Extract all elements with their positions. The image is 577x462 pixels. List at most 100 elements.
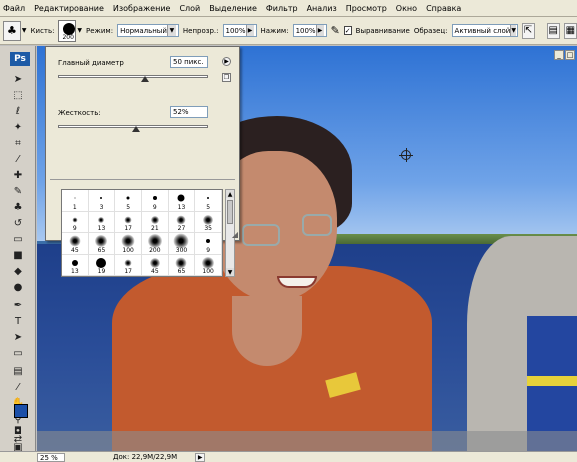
sample-select[interactable]: Активный слой ▼	[451, 24, 518, 37]
healing-brush-icon[interactable]: ✚	[11, 168, 25, 182]
brush-tip-icon	[124, 216, 132, 224]
toolbox: Ps ➤ ⬚ ℓ ✦ ⌗ ⁄ ✚ ✎ ♣ ↺ ▭ ■ ◆ ● ✒ T ➤ ▭ ▤…	[0, 46, 36, 453]
palette-well-icon[interactable]: ▤	[546, 22, 560, 39]
brush-preset-size: 27	[177, 225, 186, 232]
pen-tool-icon[interactable]: ✒	[11, 298, 25, 312]
lasso-tool-icon[interactable]: ℓ	[11, 104, 25, 118]
brush-preset-cell[interactable]: 45	[62, 233, 89, 255]
popup-menu-icon[interactable]: ▶	[222, 57, 231, 66]
brush-preset-cell[interactable]: 5	[115, 190, 142, 212]
pressure-field[interactable]: 100% ▶	[292, 24, 327, 37]
brushes-panel-icon[interactable]: ▦	[563, 22, 577, 39]
brush-preset-cell[interactable]: 65	[168, 254, 196, 276]
photo-neck	[232, 296, 302, 366]
sample-label: Образец:	[413, 26, 448, 35]
mode-select[interactable]: Нормальный ▼	[117, 24, 179, 37]
ps-logo[interactable]: Ps	[10, 52, 30, 66]
gradient-tool-icon[interactable]: ■	[11, 248, 25, 262]
slice-tool-icon[interactable]: ⁄	[11, 152, 25, 166]
diameter-field[interactable]: 50 пикс.	[170, 56, 208, 68]
brush-preset-cell[interactable]: 3	[88, 190, 116, 212]
brush-preset-cell[interactable]: 27	[168, 211, 196, 233]
menu-edit[interactable]: Редактирование	[34, 4, 104, 13]
eyedropper-icon[interactable]: ⁄	[11, 380, 25, 394]
popup-divider	[50, 179, 235, 180]
brush-preset-cell[interactable]: 300	[168, 233, 196, 255]
hardness-slider-thumb[interactable]	[132, 126, 140, 132]
hardness-field[interactable]: 52%	[170, 106, 208, 118]
minimize-icon[interactable]: _	[554, 50, 564, 60]
brush-preset-size: 1	[72, 203, 77, 211]
sample-value: Активный слой	[454, 26, 511, 35]
menu-layer[interactable]: Слой	[179, 4, 200, 13]
brush-picker[interactable]: 200	[58, 19, 77, 42]
brush-preset-cell[interactable]: 45	[141, 254, 169, 276]
brush-preset-cell[interactable]: 17	[115, 211, 142, 233]
new-preset-icon[interactable]: ❐	[222, 73, 231, 82]
brush-preset-cell[interactable]: 9	[62, 211, 89, 233]
eraser-tool-icon[interactable]: ▭	[11, 232, 25, 246]
magic-wand-icon[interactable]: ✦	[11, 120, 25, 134]
brush-preset-cell[interactable]: 35	[195, 211, 222, 233]
aligned-checkbox[interactable]: ✓	[343, 26, 352, 35]
brush-tip-icon	[175, 257, 187, 269]
brush-preset-cell[interactable]: 9	[195, 233, 222, 255]
brush-preset-cell[interactable]: 21	[141, 211, 169, 233]
brush-preset-cell[interactable]: 65	[88, 233, 116, 255]
brush-preset-cell[interactable]: 100	[115, 233, 142, 255]
menu-select[interactable]: Выделение	[209, 4, 257, 13]
maximize-icon[interactable]: □	[565, 50, 575, 60]
chevron-down-icon[interactable]: ▼	[77, 27, 82, 34]
brush-preset-cell[interactable]: 17	[115, 254, 142, 276]
notes-tool-icon[interactable]: ▤	[11, 364, 25, 378]
foreground-color-swatch[interactable]	[14, 404, 28, 418]
scroll-thumb[interactable]	[227, 200, 233, 224]
photo-glasses-right	[302, 214, 332, 236]
menu-image[interactable]: Изображение	[113, 4, 171, 13]
move-tool-icon[interactable]: ➤	[11, 72, 25, 86]
scroll-down-icon[interactable]: ▼	[226, 268, 234, 276]
blur-tool-icon[interactable]: ◆	[11, 264, 25, 278]
menu-help[interactable]: Справка	[426, 4, 461, 13]
tool-preset-picker[interactable]: ♣	[3, 20, 21, 41]
brush-tool-icon[interactable]: ✎	[11, 184, 25, 198]
ignore-adjustment-layers-icon[interactable]: ⇱	[521, 22, 535, 39]
brush-preset-size: 13	[177, 203, 186, 211]
airbrush-icon[interactable]: ✎	[331, 24, 340, 37]
brush-preset-cell[interactable]: 13	[168, 190, 196, 212]
brush-preset-cell[interactable]: 19	[88, 254, 116, 276]
chevron-down-icon[interactable]: ▼	[22, 27, 27, 34]
mode-label: Режим:	[86, 26, 114, 35]
brush-preset-size: 35	[204, 225, 212, 232]
menu-analysis[interactable]: Анализ	[307, 4, 337, 13]
path-selection-icon[interactable]: ➤	[11, 330, 25, 344]
quick-mask-icon[interactable]: ◘	[11, 424, 25, 438]
brush-preset-cell[interactable]: 200	[141, 233, 169, 255]
marquee-tool-icon[interactable]: ⬚	[11, 88, 25, 102]
brush-preset-cell[interactable]: 13	[88, 211, 116, 233]
diameter-slider[interactable]	[58, 75, 208, 78]
status-menu-icon[interactable]: ▶	[195, 452, 206, 462]
mode-value: Нормальный	[120, 26, 167, 35]
opacity-field[interactable]: 100% ▶	[222, 24, 257, 37]
type-tool-icon[interactable]: T	[11, 314, 25, 328]
clone-stamp-icon[interactable]: ♣	[11, 200, 25, 214]
brush-preset-cell[interactable]: 100	[195, 254, 222, 276]
menu-filter[interactable]: Фильтр	[266, 4, 298, 13]
diameter-slider-thumb[interactable]	[141, 76, 149, 82]
crop-tool-icon[interactable]: ⌗	[11, 136, 25, 150]
brush-preset-size: 21	[151, 225, 159, 232]
shape-tool-icon[interactable]: ▭	[11, 346, 25, 360]
dodge-tool-icon[interactable]: ●	[11, 280, 25, 294]
brush-preset-cell[interactable]: 13	[62, 254, 89, 276]
scroll-up-icon[interactable]: ▲	[226, 190, 234, 198]
menu-window[interactable]: Окно	[396, 4, 417, 13]
brush-preset-cell[interactable]: 1	[62, 190, 89, 212]
zoom-field[interactable]: 25 %	[37, 452, 65, 462]
brush-preset-cell[interactable]: 5	[195, 190, 222, 212]
history-brush-icon[interactable]: ↺	[11, 216, 25, 230]
brush-preset-cell[interactable]: 9	[141, 190, 169, 212]
menu-file[interactable]: Файл	[3, 4, 25, 13]
resize-grip-icon[interactable]: ◢	[232, 230, 238, 239]
menu-view[interactable]: Просмотр	[346, 4, 387, 13]
